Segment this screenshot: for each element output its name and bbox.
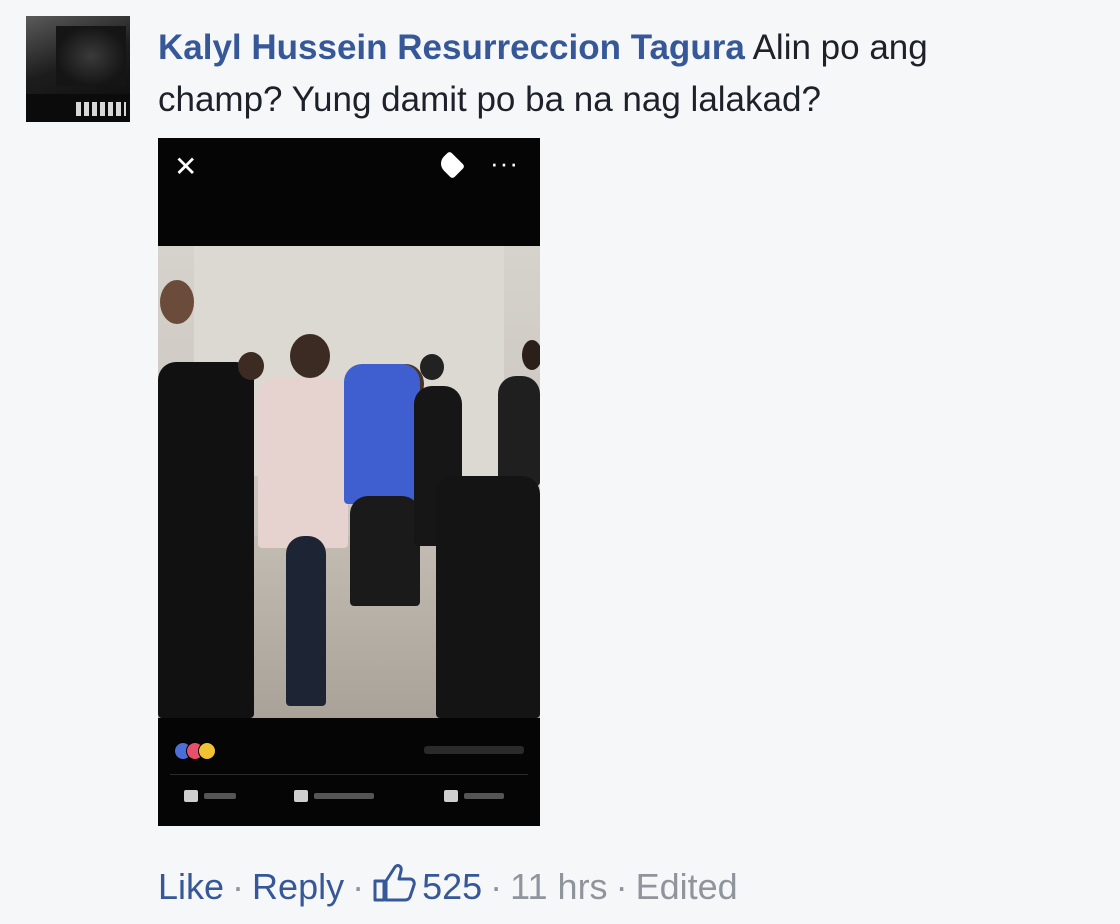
video-comment-action [294, 790, 374, 802]
edited-label[interactable]: Edited [636, 866, 738, 907]
person [498, 376, 540, 486]
haha-react-icon [198, 742, 216, 760]
comment-actions: Like · Reply · 525 · 11 hrs · Edited [158, 862, 738, 912]
author-name[interactable]: Kalyl Hussein Resurreccion Tagura [158, 28, 745, 67]
reply-link[interactable]: Reply [252, 866, 344, 907]
share-icon [444, 790, 458, 802]
reactions [174, 742, 234, 760]
video-like-label [204, 793, 236, 799]
timestamp[interactable]: 11 hrs [510, 866, 607, 907]
thumbs-up-icon [373, 864, 416, 902]
person [258, 378, 348, 548]
close-icon: ✕ [174, 151, 198, 182]
person-head [420, 354, 444, 380]
separator: · [490, 866, 503, 907]
like-count-number: 525 [422, 866, 483, 907]
video-topbar: ✕ ··· [158, 138, 540, 246]
avatar-face [56, 26, 126, 86]
video-share-action [444, 790, 504, 802]
video-share-label [464, 793, 504, 799]
tag-icon [436, 150, 466, 180]
more-icon: ··· [490, 148, 519, 178]
comment-count-bar [424, 746, 524, 754]
video-screenshot[interactable]: ✕ ··· [158, 138, 540, 826]
video-comment-label [314, 793, 374, 799]
person [344, 364, 420, 504]
person-head [238, 352, 264, 380]
person-head [290, 334, 330, 378]
like-link[interactable]: Like [158, 866, 224, 907]
separator: · [615, 866, 628, 907]
person [436, 476, 540, 718]
video-like-action [184, 790, 236, 802]
comment-icon [294, 790, 308, 802]
avatar[interactable] [26, 16, 130, 122]
like-count[interactable]: 525 [372, 864, 483, 907]
person [158, 362, 254, 718]
person [286, 536, 326, 706]
separator: · [232, 866, 245, 907]
like-icon [184, 790, 198, 802]
separator: · [352, 866, 365, 907]
video-frame [158, 246, 540, 718]
comment-body: Kalyl Hussein Resurreccion Tagura Alin p… [158, 22, 1058, 126]
avatar-mark [76, 102, 126, 116]
video-divider [170, 774, 528, 775]
video-bottom-bar [158, 718, 540, 826]
person-head [522, 340, 540, 370]
person [350, 496, 420, 606]
person-head [160, 280, 194, 324]
